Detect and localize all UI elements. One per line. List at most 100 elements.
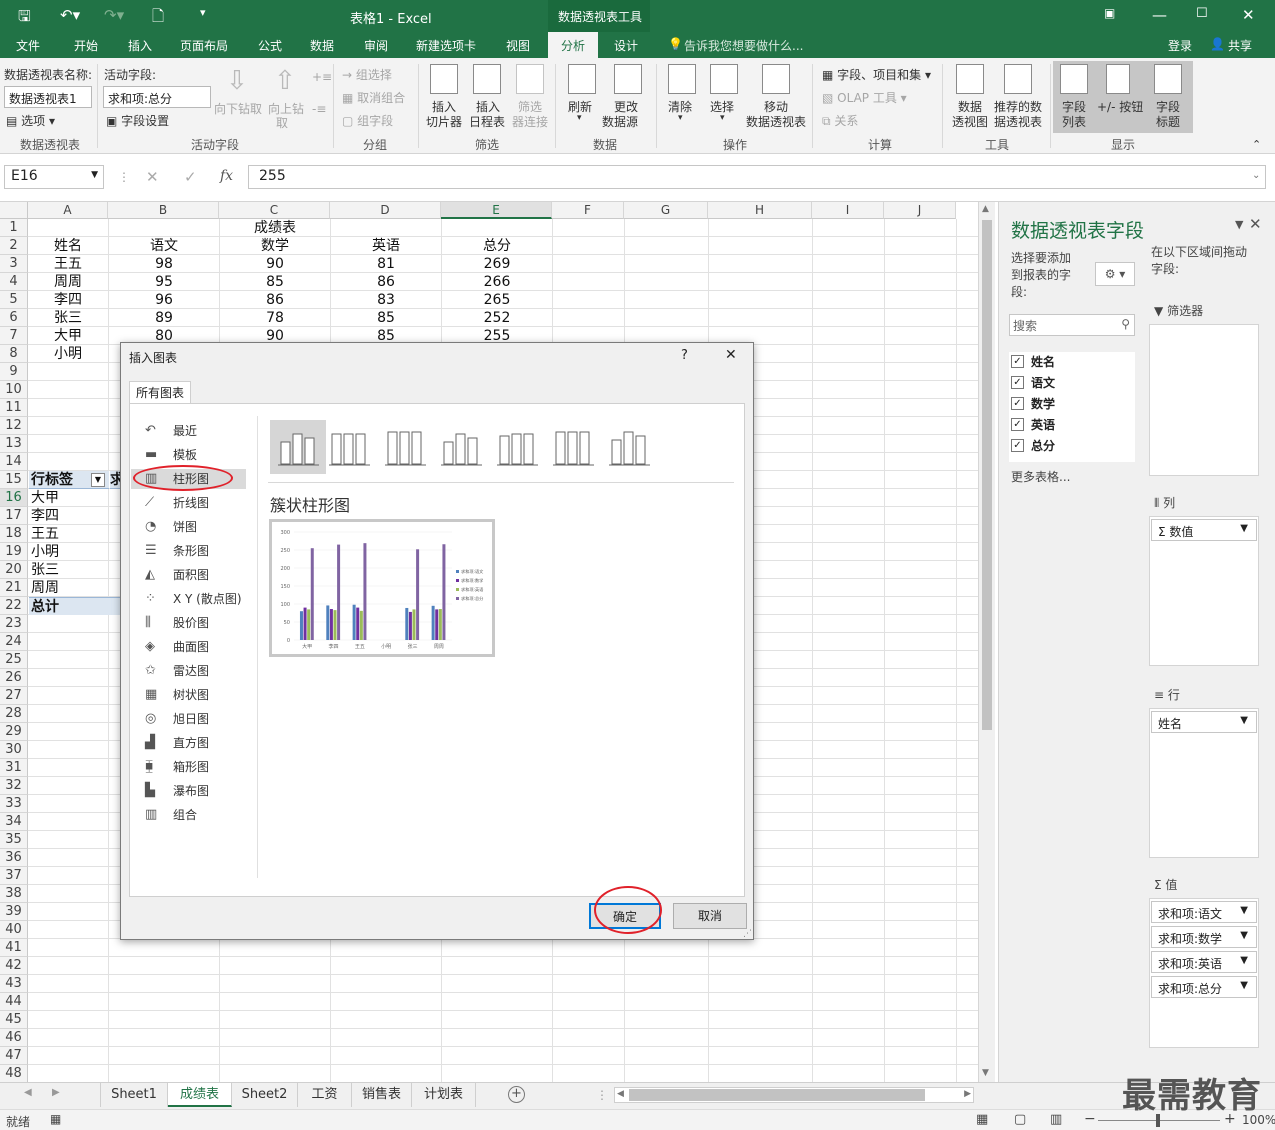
row-header[interactable]: 28 xyxy=(0,705,28,723)
column-header-c[interactable]: C xyxy=(219,202,330,219)
pivot-row-item[interactable]: 李四 xyxy=(31,507,121,525)
field-checkbox[interactable]: ✓ xyxy=(1011,418,1024,431)
chart-type-scatter[interactable]: ⁘ X Y (散点图) xyxy=(131,589,246,609)
add-sheet-icon[interactable]: + xyxy=(508,1086,525,1103)
row-header[interactable]: 3 xyxy=(0,255,28,273)
row-header[interactable]: 19 xyxy=(0,543,28,561)
select-all-corner[interactable] xyxy=(0,202,28,219)
columns-field-dropdown[interactable]: Σ 数值 ▼ xyxy=(1151,519,1257,541)
clear-dropdown-icon[interactable]: ▾ xyxy=(678,113,683,123)
row-header[interactable]: 48 xyxy=(0,1065,28,1082)
chart-type-radar[interactable]: ✩ 雷达图 xyxy=(131,661,246,681)
pivot-name-input[interactable]: 数据透视表1 xyxy=(4,86,92,108)
column-header-h[interactable]: H xyxy=(708,202,812,219)
row-header[interactable]: 36 xyxy=(0,849,28,867)
filters-zone[interactable] xyxy=(1149,324,1259,476)
macro-record-icon[interactable]: ▦ xyxy=(50,1112,61,1126)
chart-type-histogram[interactable]: ▟ 直方图 xyxy=(131,733,246,753)
share-button[interactable]: 共享 xyxy=(1228,37,1252,54)
column-header-a[interactable]: A xyxy=(28,202,108,219)
pivot-row-item[interactable]: 大甲 xyxy=(31,489,121,507)
table-cell[interactable]: 王五 xyxy=(30,255,106,273)
rows-zone[interactable]: 姓名 ▼ xyxy=(1149,708,1259,858)
row-header[interactable]: 12 xyxy=(0,417,28,435)
chart-type-treemap[interactable]: ▦ 树状图 xyxy=(131,685,246,705)
table-cell[interactable]: 269 xyxy=(442,255,552,273)
row-header[interactable]: 10 xyxy=(0,381,28,399)
field-settings-button[interactable]: ▣ 字段设置 xyxy=(106,112,169,129)
page-break-view-icon[interactable]: ▥ xyxy=(1050,1112,1062,1127)
table-cell[interactable]: 大甲 xyxy=(30,327,106,345)
chart-type-boxwhisker[interactable]: ⧯ 箱形图 xyxy=(131,757,246,777)
scroll-down-icon[interactable]: ▼ xyxy=(982,1068,989,1078)
row-header[interactable]: 7 xyxy=(0,327,28,345)
field-item[interactable]: ✓ 总分 xyxy=(1011,436,1131,456)
table-cell[interactable]: 86 xyxy=(331,273,441,291)
pane-options-dropdown-icon[interactable]: ▼ xyxy=(1235,218,1243,231)
table-cell[interactable]: 266 xyxy=(442,273,552,291)
tab-data[interactable]: 数据 xyxy=(310,37,334,54)
table-cell[interactable]: 小明 xyxy=(30,345,106,363)
table-cell[interactable]: 李四 xyxy=(30,291,106,309)
sheet-tab[interactable]: 计划表 xyxy=(412,1083,476,1107)
prev-sheet-icon[interactable]: ◀ xyxy=(24,1087,32,1098)
new-file-icon[interactable]: 🗋 xyxy=(152,6,164,31)
confirm-entry-icon[interactable]: ✓ xyxy=(184,168,197,186)
row-header[interactable]: 37 xyxy=(0,867,28,885)
plus-minus-buttons[interactable]: +/- 按钮 xyxy=(1097,98,1143,115)
row-header[interactable]: 5 xyxy=(0,291,28,309)
normal-view-icon[interactable]: ▦ xyxy=(976,1112,988,1127)
values-field-dropdown[interactable]: 求和项:语文 ▼ xyxy=(1151,901,1257,923)
sheet-tab[interactable]: Sheet2 xyxy=(232,1083,298,1107)
table-cell[interactable]: 95 xyxy=(109,273,219,291)
expand-formula-icon[interactable]: ⌄ xyxy=(1252,170,1260,181)
tab-page-layout[interactable]: 页面布局 xyxy=(180,37,228,54)
drill-down-button[interactable]: 向下钻取 xyxy=(214,100,262,117)
row-header[interactable]: 2 xyxy=(0,237,28,255)
subtype-clustered-column-icon[interactable] xyxy=(270,420,326,474)
sign-in-link[interactable]: 登录 xyxy=(1168,37,1192,54)
sheet-tab-active[interactable]: 成绩表 xyxy=(168,1083,232,1107)
scroll-left-icon[interactable]: ◀ xyxy=(617,1089,624,1099)
table-cell[interactable]: 85 xyxy=(220,273,330,291)
subtype-percent-stacked-column-icon[interactable] xyxy=(382,424,428,470)
minimize-icon[interactable]: — xyxy=(1152,6,1167,24)
row-header[interactable]: 45 xyxy=(0,1011,28,1029)
field-search-input[interactable]: 搜索 ⚲ xyxy=(1009,314,1135,336)
row-header[interactable]: 35 xyxy=(0,831,28,849)
row-header[interactable]: 13 xyxy=(0,435,28,453)
field-item[interactable]: ✓ 姓名 xyxy=(1011,352,1131,372)
horizontal-scroll-thumb[interactable] xyxy=(629,1089,925,1101)
sheet-tab[interactable]: Sheet1 xyxy=(100,1083,168,1107)
columns-zone[interactable]: Σ 数值 ▼ xyxy=(1149,516,1259,666)
row-header[interactable]: 15 xyxy=(0,471,28,489)
row-header[interactable]: 26 xyxy=(0,669,28,687)
values-field-dropdown[interactable]: 求和项:数学 ▼ xyxy=(1151,926,1257,948)
row-header[interactable]: 43 xyxy=(0,975,28,993)
row-header[interactable]: 18 xyxy=(0,525,28,543)
row-header[interactable]: 40 xyxy=(0,921,28,939)
table-cell[interactable]: 78 xyxy=(220,309,330,327)
vertical-scrollbar[interactable]: ▲ ▼ xyxy=(978,202,995,1082)
dialog-help-button[interactable]: ? xyxy=(681,348,688,363)
tab-insert[interactable]: 插入 xyxy=(128,37,152,54)
column-header-d[interactable]: D xyxy=(330,202,441,219)
scroll-up-icon[interactable]: ▲ xyxy=(982,204,989,214)
pivot-row-label-header[interactable]: 行标签 ▼ xyxy=(29,471,109,489)
pivot-filter-dropdown-icon[interactable]: ▼ xyxy=(91,473,105,487)
chart-type-line[interactable]: ⟋ 折线图 xyxy=(131,493,246,513)
subtype-3d-percent-stacked-column-icon[interactable] xyxy=(550,424,596,470)
chart-type-combo[interactable]: ▥ 组合 xyxy=(131,805,246,825)
values-zone[interactable]: 求和项:语文 ▼ 求和项:数学 ▼ 求和项:英语 ▼ 求和项:总分 ▼ xyxy=(1149,898,1259,1048)
refresh-dropdown-icon[interactable]: ▾ xyxy=(577,113,582,123)
chart-type-templates[interactable]: ▬ 模板 xyxy=(131,445,246,465)
chart-type-surface[interactable]: ◈ 曲面图 xyxy=(131,637,246,657)
table-cell[interactable]: 周周 xyxy=(30,273,106,291)
row-header[interactable]: 29 xyxy=(0,723,28,741)
table-cell[interactable]: 张三 xyxy=(30,309,106,327)
page-layout-view-icon[interactable]: ▢ xyxy=(1014,1112,1026,1127)
active-field-input[interactable]: 求和项:总分 xyxy=(103,86,211,108)
column-header-j[interactable]: J xyxy=(884,202,956,219)
table-cell[interactable]: 83 xyxy=(331,291,441,309)
table-cell[interactable]: 252 xyxy=(442,309,552,327)
